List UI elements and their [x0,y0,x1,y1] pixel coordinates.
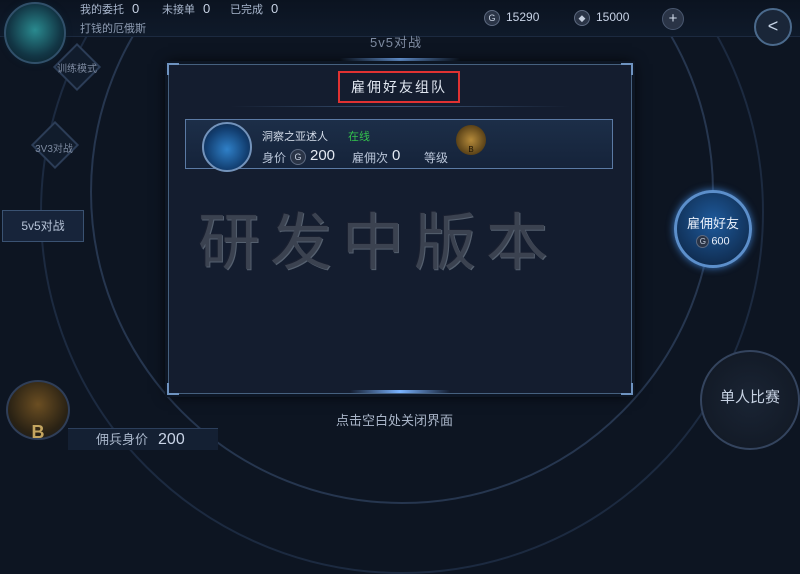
panel-title: 雇佣好友组队 [338,71,460,103]
friend-price-value: 200 [310,147,336,164]
stat-completed: 已完成 0 [230,1,279,16]
sidebar-item-training[interactable]: 训练模式 [50,60,104,75]
player-name: 打钱的厄俄斯 [80,23,146,35]
gem-icon: ◆ [574,10,590,26]
gold-coin-icon: G [484,10,500,26]
back-button[interactable]: < [754,8,792,46]
price-coin-icon: G [290,149,306,165]
gem-currency: ◆ 15000 [574,10,629,26]
hire-count-label: 雇佣次 [352,151,389,165]
dev-version-watermark: 研发中版本 [198,206,559,279]
hire-button-cost: G 600 [677,235,749,248]
hire-count-value: 0 [392,147,401,164]
single-match-button[interactable]: 单人比赛 [700,350,800,450]
gold-currency: G 15290 [484,10,539,26]
sidebar-item-5v5[interactable]: 5v5对战 [2,210,84,242]
hire-friend-button[interactable]: 雇佣好友 G 600 [674,190,752,268]
player-avatar[interactable] [4,2,66,64]
hire-cost-coin-icon: G [696,235,710,248]
rank-badge[interactable]: B [6,380,70,442]
panel-corner [621,63,633,75]
friend-name: 洞察之亚述人 [262,131,328,143]
mercenary-value-bar: 佣兵身价 200 [68,428,218,450]
add-currency-button[interactable]: + [662,8,684,30]
panel-corner [167,383,179,395]
close-hint[interactable]: 点击空白处关闭界面 [336,410,453,429]
hire-button-label: 雇佣好友 [686,216,739,231]
friend-status: 在线 [348,131,370,143]
rank-label: 等级 [424,151,449,165]
friend-rank-icon: B [456,125,486,155]
mode-title: 5v5对战 [370,35,422,50]
stat-my-commissions: 我的委托 0 [80,1,140,16]
panel-bottom-glow [350,390,450,393]
title-glow [340,58,460,61]
title-divider [230,106,570,107]
stat-not-accepted: 未接单 0 [162,1,211,16]
sidebar-item-3v3[interactable]: 3V3对战 [26,140,82,155]
friend-price-label: 身价 [262,151,287,165]
panel-corner [621,383,633,395]
panel-corner [167,63,179,75]
friend-avatar [202,122,252,172]
